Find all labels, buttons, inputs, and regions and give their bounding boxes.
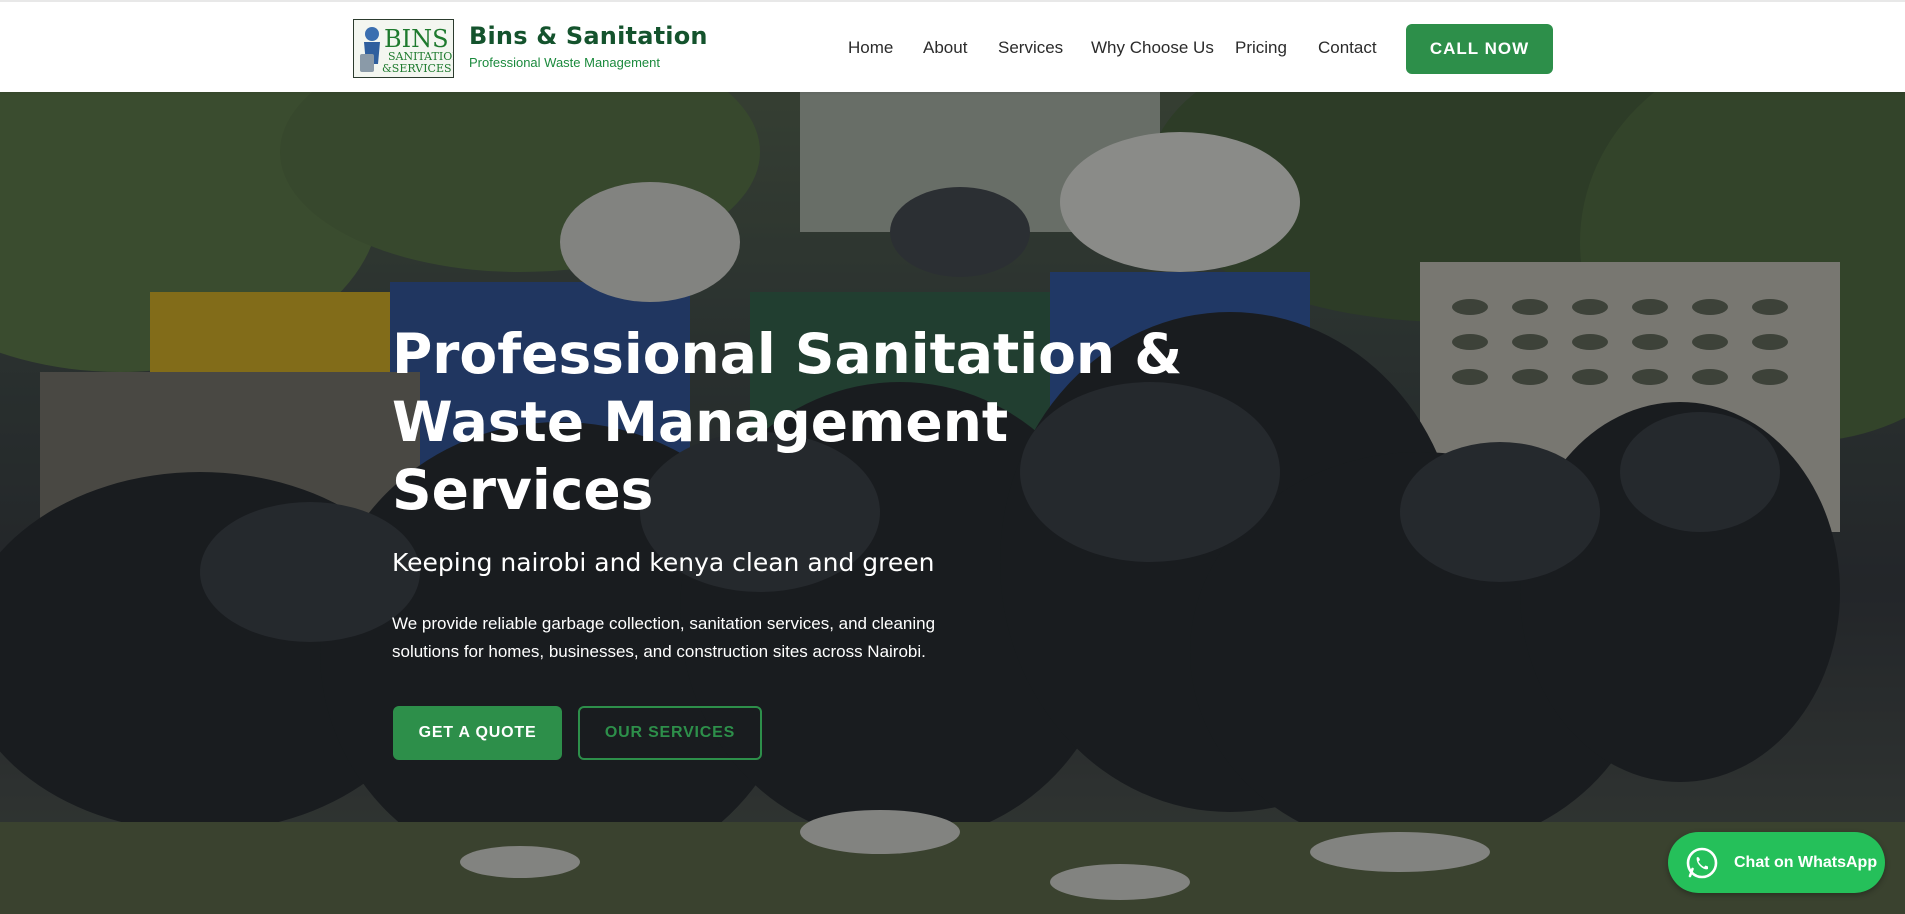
nav-why-choose-us[interactable]: Why Choose Us [1091,38,1214,58]
brand-subtitle: Professional Waste Management [469,55,661,70]
hero-description: We provide reliable garbage collection, … [392,614,936,661]
our-services-button[interactable]: OUR SERVICES [578,706,762,760]
site-header: BINS SANITATION &SERVICES Bins & Sanitat… [0,0,1905,92]
hero-tagline: Keeping nairobi and kenya clean and gree… [392,548,935,577]
svg-text:BINS: BINS [384,25,449,53]
whatsapp-label: Chat on WhatsApp [1734,853,1878,871]
whatsapp-chat-button[interactable]: Chat on WhatsApp [1668,832,1885,893]
hero-title: Professional Sanitation & Waste Manageme… [392,322,1183,522]
call-now-button[interactable]: CALL NOW [1406,24,1553,74]
nav-pricing[interactable]: Pricing [1235,38,1287,58]
nav-about[interactable]: About [923,38,967,58]
whatsapp-icon [1686,847,1718,878]
nav-contact[interactable]: Contact [1318,38,1377,58]
get-a-quote-button[interactable]: GET A QUOTE [393,706,562,760]
nav-home[interactable]: Home [848,38,893,58]
svg-text:&SERVICES: &SERVICES [382,62,452,75]
hero-section: Professional Sanitation & Waste Manageme… [0,92,1905,914]
brand-title[interactable]: Bins & Sanitation [469,22,708,50]
logo-image: BINS SANITATION &SERVICES [354,20,462,77]
logo[interactable]: BINS SANITATION &SERVICES [353,19,462,78]
nav-services[interactable]: Services [998,38,1063,58]
